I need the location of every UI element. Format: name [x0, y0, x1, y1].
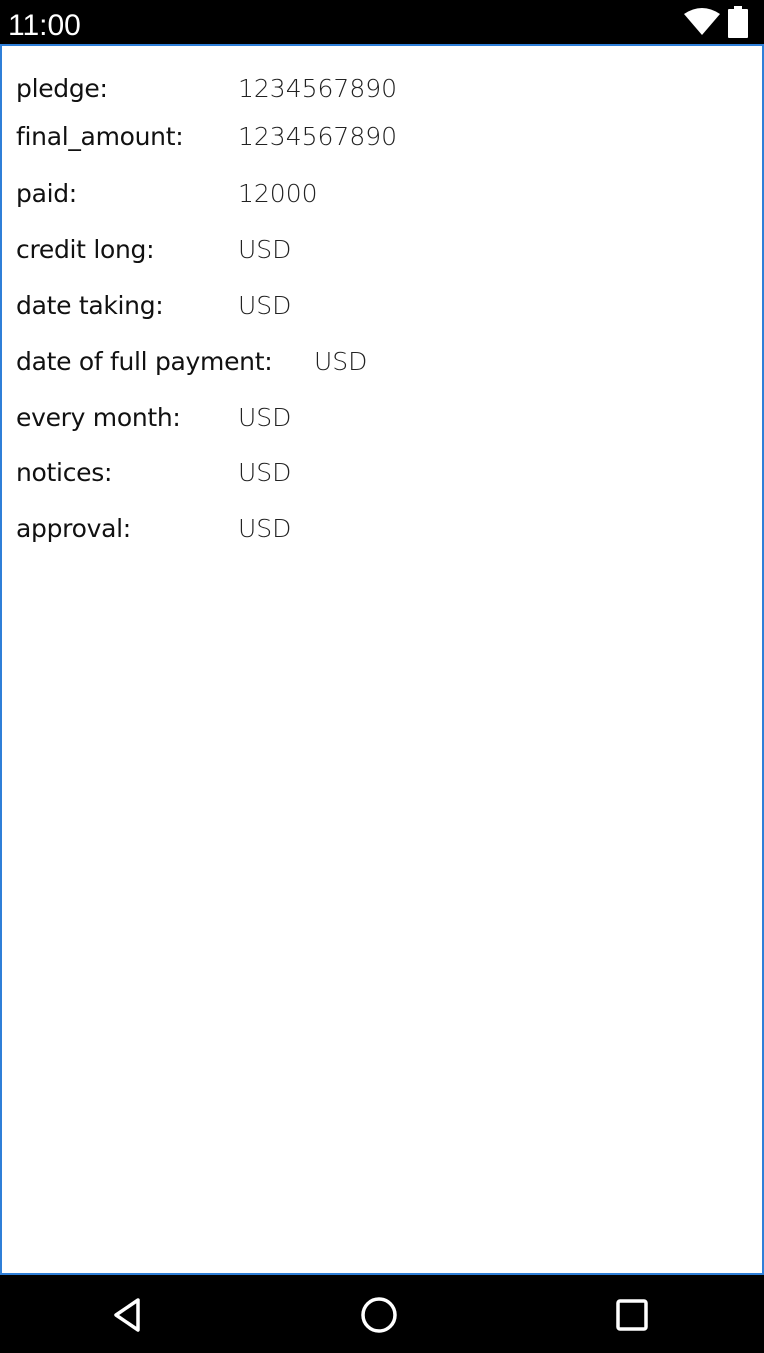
- detail-value: 1234567890: [238, 74, 398, 103]
- detail-value: USD: [238, 403, 292, 432]
- detail-label: date of full payment:: [16, 347, 273, 376]
- detail-row-pledge: pledge: 1234567890: [2, 74, 762, 114]
- details-panel: pledge: 1234567890 final_amount: 1234567…: [0, 44, 764, 1275]
- detail-value: 12000: [238, 179, 318, 208]
- detail-label: every month:: [16, 403, 181, 432]
- detail-row-credit-long: credit long: USD: [2, 235, 762, 275]
- detail-value: USD: [238, 235, 292, 264]
- navigation-bar: [0, 1275, 764, 1353]
- detail-row-notices: notices: USD: [2, 458, 762, 498]
- detail-value: USD: [238, 514, 292, 543]
- status-bar: 11:00: [0, 0, 764, 44]
- status-time: 11:00: [8, 9, 81, 42]
- detail-value: USD: [314, 347, 368, 376]
- detail-label: notices:: [16, 458, 113, 487]
- detail-row-approval: approval: USD: [2, 514, 762, 554]
- back-icon[interactable]: [108, 1295, 148, 1335]
- detail-row-final-amount: final_amount: 1234567890: [2, 122, 762, 162]
- detail-label: approval:: [16, 514, 131, 543]
- detail-value: 1234567890: [238, 122, 398, 151]
- detail-label: final_amount:: [16, 122, 184, 151]
- detail-row-paid: paid: 12000: [2, 179, 762, 219]
- detail-label: credit long:: [16, 235, 155, 264]
- status-icons: [684, 6, 748, 38]
- detail-label: paid:: [16, 179, 77, 208]
- detail-row-every-month: every month: USD: [2, 403, 762, 443]
- detail-label: date taking:: [16, 291, 164, 320]
- battery-icon: [728, 6, 748, 38]
- detail-row-date-of-full-payment: date of full payment: USD: [2, 347, 762, 387]
- detail-row-date-taking: date taking: USD: [2, 291, 762, 331]
- recents-icon[interactable]: [612, 1295, 652, 1335]
- wifi-icon: [684, 8, 720, 35]
- detail-value: USD: [238, 458, 292, 487]
- detail-label: pledge:: [16, 74, 108, 103]
- home-icon[interactable]: [359, 1295, 399, 1335]
- detail-value: USD: [238, 291, 292, 320]
